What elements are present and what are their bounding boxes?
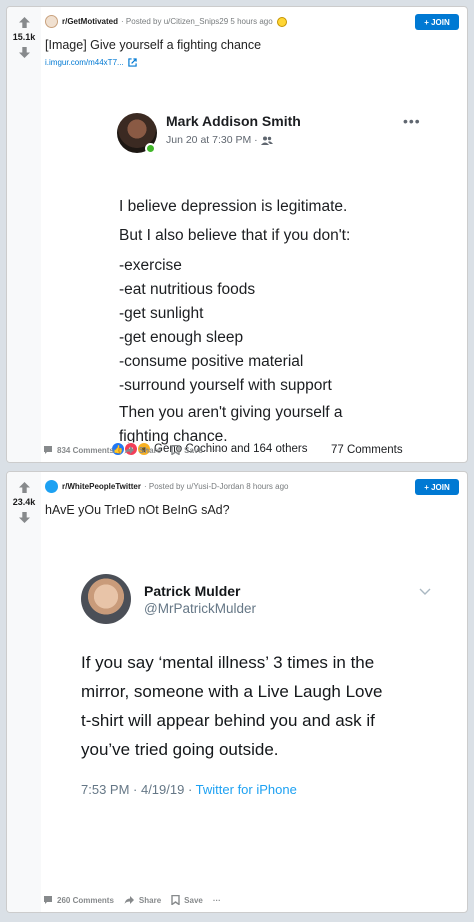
share-icon <box>124 446 134 454</box>
post-card: 23.4k r/WhitePeopleTwitter · Posted by u… <box>6 471 468 913</box>
fb-list: -exercise -eat nutritious foods -get sun… <box>119 254 332 398</box>
text-line: you’ve tried going outside. <box>81 740 279 759</box>
downvote-icon[interactable] <box>17 45 31 59</box>
avatar <box>81 574 131 624</box>
upvote-icon[interactable] <box>17 480 31 494</box>
text-line: I believe depression is legitimate. <box>119 198 348 215</box>
comments-label: 260 Comments <box>57 895 114 905</box>
more-options-button[interactable]: ··· <box>213 896 221 905</box>
tw-handle: @MrPatrickMulder <box>144 601 256 616</box>
friends-icon <box>260 136 273 145</box>
tweet-timestamp: 7:53 PM · 4/19/19 · Twitter for iPhone <box>81 782 297 797</box>
tweet-client: Twitter for iPhone <box>195 782 297 797</box>
fb-post-date: Jun 20 at 7:30 PM · <box>166 134 273 146</box>
list-item: -consume positive material <box>119 353 304 370</box>
more-label: ··· <box>212 895 221 905</box>
text-line: t-shirt will appear behind you and ask i… <box>81 711 375 730</box>
more-options-icon: ••• <box>403 113 421 129</box>
subreddit-icon <box>45 480 58 493</box>
comments-label: 834 Comments <box>57 445 114 455</box>
list-item: -surround yourself with support <box>119 377 332 394</box>
post-card: 15.1k r/GetMotivated · Posted by u/Citiz… <box>6 6 468 463</box>
tweet-text: If you say ‘mental illness’ 3 times in t… <box>81 648 382 764</box>
post-link[interactable]: i.imgur.com/m44xT7... <box>45 58 137 67</box>
online-status-icon <box>145 143 156 154</box>
list-item: -get enough sleep <box>119 329 244 346</box>
post-title[interactable]: [Image] Give yourself a fighting chance <box>45 38 261 52</box>
award-icon <box>276 16 287 27</box>
fb-date-text: Jun 20 at 7:30 PM · <box>166 134 258 146</box>
subreddit-link[interactable]: r/GetMotivated <box>62 17 118 26</box>
posted-by[interactable]: · Posted by u/Yusi-D-Jordan 8 hours ago <box>144 482 289 491</box>
vote-column: 23.4k <box>7 472 41 912</box>
text-line: If you say ‘mental illness’ 3 times in t… <box>81 653 375 672</box>
share-icon <box>124 896 134 904</box>
post-meta: r/GetMotivated · Posted by u/Citizen_Sni… <box>45 15 287 28</box>
fb-paragraph-2: But I also believe that if you don't: <box>119 224 350 248</box>
post-image[interactable]: Patrick Mulder @MrPatrickMulder If you s… <box>41 524 467 884</box>
text-line: mirror, someone with a Live Laugh Love <box>81 682 383 701</box>
share-button[interactable]: Share <box>124 445 161 455</box>
subreddit-icon <box>45 15 58 28</box>
share-label: Share <box>138 445 162 455</box>
share-label: Share <box>138 895 162 905</box>
save-button[interactable]: Save <box>171 895 203 905</box>
join-button[interactable]: + JOIN <box>415 479 459 495</box>
list-item: -get sunlight <box>119 305 204 322</box>
vote-score: 23.4k <box>12 497 36 507</box>
post-title[interactable]: hAvE yOu TrIeD nOt BeInG sAd? <box>45 503 230 517</box>
comment-icon <box>44 446 52 454</box>
share-button[interactable]: Share <box>124 895 161 905</box>
fb-author-name: Mark Addison Smith <box>166 113 301 129</box>
text-line: But I also believe that if you don't: <box>119 227 351 244</box>
vote-score: 15.1k <box>12 32 36 42</box>
text-line: Then you aren't giving yourself a <box>119 404 343 421</box>
tweet-time: 7:53 PM · 4/19/19 · <box>81 782 196 797</box>
save-label: Save <box>184 445 203 455</box>
tw-author-name: Patrick Mulder <box>144 583 241 599</box>
downvote-icon[interactable] <box>17 510 31 524</box>
more-options-button[interactable]: ··· <box>213 446 221 455</box>
bookmark-icon <box>171 445 180 455</box>
vote-column: 15.1k <box>7 7 41 462</box>
comments-button[interactable]: 834 Comments <box>43 445 114 455</box>
fb-paragraph-1: I believe depression is legitimate. <box>119 195 347 219</box>
subreddit-link[interactable]: r/WhitePeopleTwitter <box>62 482 141 491</box>
upvote-icon[interactable] <box>17 15 31 29</box>
comment-icon <box>44 896 52 904</box>
post-meta: r/WhitePeopleTwitter · Posted by u/Yusi-… <box>45 480 289 493</box>
join-button[interactable]: + JOIN <box>415 14 459 30</box>
save-button[interactable]: Save <box>171 445 203 455</box>
list-item: -exercise <box>119 257 182 274</box>
post-footer: 834 Comments Share Save ··· <box>43 445 231 455</box>
comments-button[interactable]: 260 Comments <box>43 895 114 905</box>
more-label: ··· <box>212 445 221 455</box>
external-link-icon <box>128 58 137 67</box>
list-item: -eat nutritious foods <box>119 281 256 298</box>
save-label: Save <box>184 895 203 905</box>
chevron-down-icon <box>419 588 431 595</box>
bookmark-icon <box>171 895 180 905</box>
post-link-text[interactable]: i.imgur.com/m44xT7... <box>45 58 124 67</box>
posted-by[interactable]: · Posted by u/Citizen_Snips29 5 hours ag… <box>121 17 273 26</box>
fb-comment-count: 77 Comments <box>331 444 403 456</box>
post-image[interactable]: Mark Addison Smith Jun 20 at 7:30 PM · •… <box>41 71 467 456</box>
post-footer: 260 Comments Share Save ··· <box>43 895 231 905</box>
